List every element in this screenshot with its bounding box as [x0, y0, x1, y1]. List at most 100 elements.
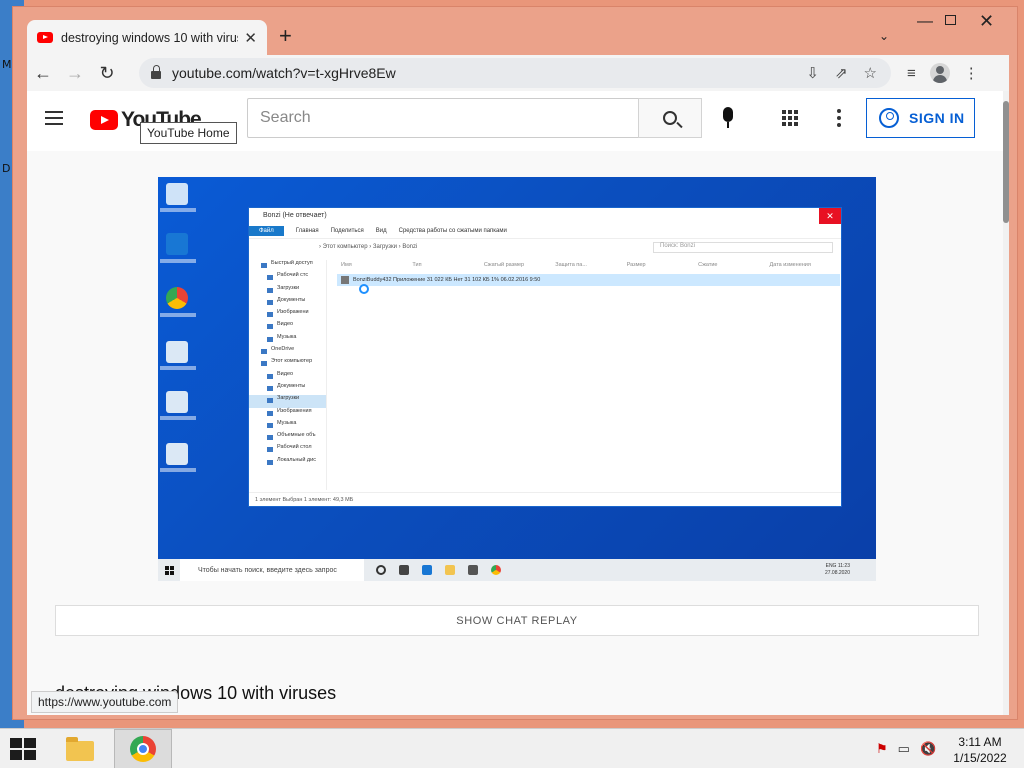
ribbon-tab: Средства работы со сжатыми папками — [398, 228, 507, 234]
cortana-icon — [376, 565, 386, 575]
page-scrollbar[interactable] — [1003, 91, 1009, 715]
video-explorer-window: Bonzi (Не отвечает) ✕ Файл Главная Подел… — [248, 207, 842, 507]
clock-date: 1/15/2022 — [953, 751, 1007, 765]
profile-avatar-icon[interactable] — [929, 63, 950, 83]
explorer-nav-item: Этот компьютер — [249, 358, 326, 370]
file-explorer-taskbar-button[interactable] — [62, 735, 98, 763]
start-button[interactable] — [10, 738, 36, 760]
explorer-column-header: Тип — [412, 262, 422, 268]
show-chat-replay-button[interactable]: SHOW CHAT REPLAY — [55, 605, 979, 636]
account-circle-icon — [879, 108, 899, 128]
back-button[interactable]: ← — [27, 57, 59, 89]
explorer-nav-item: Документы — [249, 297, 326, 309]
ribbon-tab: Файл — [249, 226, 284, 236]
explorer-status: 1 элемент Выбран 1 элемент: 49,3 МБ — [249, 492, 841, 506]
explorer-close-icon: ✕ — [819, 208, 841, 224]
action-center-flag-icon[interactable]: ⚑ — [876, 741, 888, 757]
explorer-nav-item: Изображени — [249, 309, 326, 321]
address-url[interactable]: youtube.com/watch?v=t-xgHrve8Ew — [172, 65, 396, 81]
edge-taskbar-icon — [422, 565, 432, 575]
explorer-nav-item: Рабочий стс — [249, 272, 326, 284]
explorer-nav-item: OneDrive — [249, 346, 326, 358]
explorer-nav-pane: Быстрый доступ Рабочий стс Загрузки Докумен… — [249, 260, 327, 490]
explorer-nav-item: Изображения — [249, 408, 326, 420]
address-bar[interactable]: youtube.com/watch?v=t-xgHrve8Ew ⇩ ⇗ ☆ — [139, 58, 891, 88]
explorer-column-header: Защита па... — [555, 262, 587, 268]
tray-time: 11:23 — [837, 563, 850, 569]
scrollbar-thumb[interactable] — [1003, 101, 1009, 223]
guide-menu-icon[interactable] — [45, 111, 63, 125]
video-taskbar: Чтобы начать поиск, введите здесь запрос… — [158, 559, 876, 581]
youtube-play-icon — [90, 110, 118, 130]
explorer-taskbar-icon — [445, 565, 455, 575]
chrome-taskbar-button[interactable] — [114, 729, 172, 768]
youtube-favicon-icon — [37, 32, 53, 43]
sign-in-label: SIGN IN — [909, 110, 965, 126]
chrome-taskbar-icon — [491, 565, 501, 575]
tab-close-icon[interactable]: ✕ — [244, 29, 257, 47]
explorer-search: Поиск: Bonzi — [653, 242, 833, 253]
ribbon-tab: Вид — [375, 228, 387, 234]
explorer-title: Bonzi (Не отвечает) — [249, 208, 841, 224]
browser-titlebar: destroying windows 10 with viruses - You… — [13, 7, 1017, 55]
window-maximize-button[interactable] — [945, 15, 956, 25]
busy-cursor-icon — [359, 284, 369, 294]
clock-time: 3:11 AM — [958, 735, 1002, 749]
youtube-header: YouTube YouTube Home Search SIGN IN — [27, 91, 1003, 151]
youtube-apps-icon[interactable] — [782, 110, 798, 126]
explorer-nav-item: Видео — [249, 321, 326, 333]
desktop-shortcut-icon — [166, 341, 188, 363]
window-minimize-button[interactable]: — — [917, 13, 933, 31]
tray-lang: ENG — [825, 563, 837, 569]
explorer-nav-item: Загрузки — [249, 285, 326, 297]
search-icon — [663, 111, 677, 125]
explorer-nav-item: Быстрый доступ — [249, 260, 326, 272]
link-status-bubble: https://www.youtube.com — [31, 691, 179, 713]
explorer-ribbon: Файл Главная Поделиться Вид Средства раб… — [249, 224, 841, 238]
taskbar-clock[interactable]: 3:11 AM 1/15/2022 — [948, 734, 1012, 766]
ribbon-tab: Главная — [295, 228, 319, 234]
chrome-desktop-icon — [166, 287, 188, 309]
explorer-column-header: Сжатый размер — [483, 262, 525, 268]
settings-menu-icon[interactable] — [837, 109, 841, 127]
voice-search-mic-icon[interactable] — [723, 107, 733, 128]
desktop-shortcut-icon — [166, 443, 188, 465]
tray-date: 27.08.2020 — [824, 570, 850, 576]
windows-taskbar: ⚑ ▭ 🔇 3:11 AM 1/15/2022 — [0, 728, 1024, 768]
lock-icon[interactable] — [151, 65, 161, 79]
video-player[interactable]: Bonzi (Не отвечает) ✕ Файл Главная Подел… — [158, 177, 876, 581]
reload-button[interactable]: ↻ — [91, 57, 123, 89]
tab-search-chevron-icon[interactable]: ⌄ — [879, 29, 889, 43]
explorer-column-header: Размер — [626, 262, 646, 268]
explorer-nav-item: Локальный дис — [249, 457, 326, 469]
search-button[interactable] — [638, 98, 702, 138]
browser-menu-icon[interactable]: ⋮ — [964, 64, 979, 82]
explorer-nav-item: Объемные объ — [249, 432, 326, 444]
sign-in-button[interactable]: SIGN IN — [866, 98, 975, 138]
new-tab-button[interactable]: + — [279, 25, 292, 47]
explorer-address: › Этот компьютер › Загрузки › Bonzi Поис… — [249, 238, 841, 254]
video-taskbar-search: Чтобы начать поиск, введите здесь запрос — [180, 559, 364, 581]
share-icon[interactable]: ⇗ — [835, 64, 848, 82]
explorer-nav-item: Загрузки — [249, 395, 326, 408]
network-icon[interactable]: ▭ — [898, 741, 910, 757]
tab-active[interactable]: destroying windows 10 with viruses - You… — [27, 20, 267, 55]
explorer-nav-item: Рабочий стол — [249, 444, 326, 456]
search-input[interactable]: Search — [247, 98, 639, 138]
youtube-page: YouTube YouTube Home Search SIGN IN Bonz… — [27, 91, 1009, 715]
bookmark-star-icon[interactable]: ☆ — [864, 64, 877, 82]
explorer-column-header: Имя — [341, 262, 352, 268]
recycle-bin-icon — [166, 183, 188, 205]
window-close-button[interactable]: ✕ — [979, 11, 994, 32]
logo-tooltip: YouTube Home — [140, 122, 237, 144]
media-control-icon[interactable]: ≡ — [907, 65, 916, 82]
forward-button[interactable]: → — [59, 57, 91, 89]
explorer-nav-item: Музыка — [249, 420, 326, 432]
tab-title: destroying windows 10 with viruses - You… — [61, 30, 238, 45]
folder-icon — [66, 737, 94, 761]
install-app-icon[interactable]: ⇩ — [806, 64, 819, 82]
browser-window: destroying windows 10 with viruses - You… — [12, 6, 1018, 720]
video-tray: ENG 11:23 27.08.2020 — [825, 563, 850, 577]
explorer-nav-item: Документы — [249, 383, 326, 395]
volume-muted-icon[interactable]: 🔇 — [920, 741, 936, 757]
